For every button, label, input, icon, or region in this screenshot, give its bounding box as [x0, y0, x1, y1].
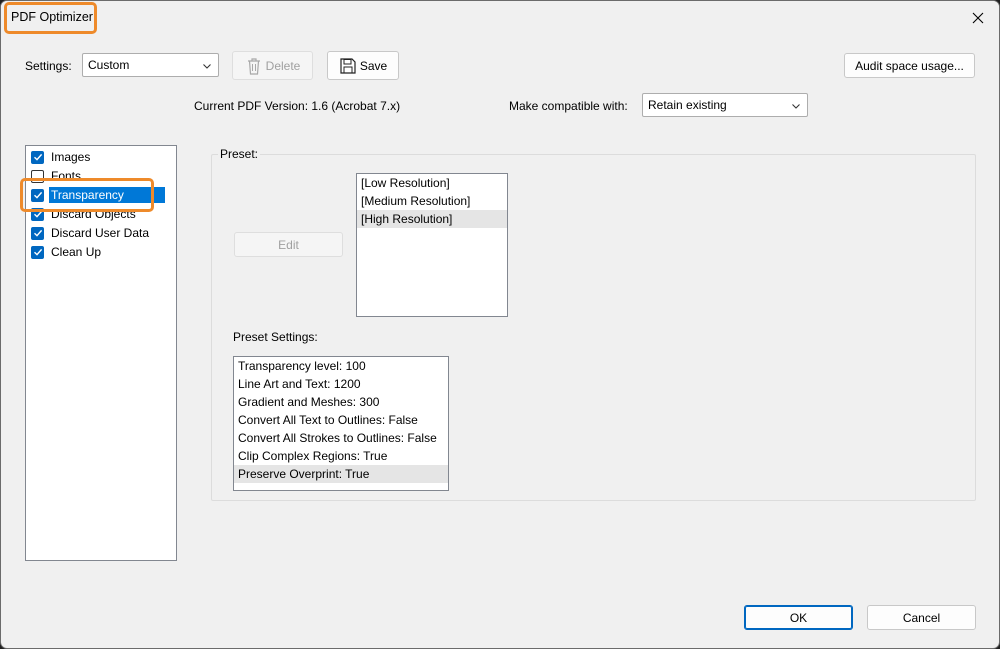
checkmark-icon	[33, 248, 42, 256]
delete-button-label: Delete	[265, 58, 301, 73]
preset-setting-item[interactable]: Convert All Text to Outlines: False	[234, 411, 448, 429]
preset-settings-list[interactable]: Transparency level: 100 Line Art and Tex…	[233, 356, 449, 491]
preset-setting-item[interactable]: Preserve Overprint: True	[234, 465, 448, 483]
preset-setting-item[interactable]: Gradient and Meshes: 300	[234, 393, 448, 411]
panel-item-clean-up[interactable]: Clean Up	[31, 243, 103, 261]
preset-item[interactable]: [Low Resolution]	[357, 174, 507, 192]
preset-setting-item[interactable]: Convert All Strokes to Outlines: False	[234, 429, 448, 447]
images-checkbox[interactable]	[31, 150, 44, 164]
edit-button[interactable]: Edit	[234, 232, 343, 257]
save-button[interactable]: Save	[327, 51, 399, 80]
preset-item[interactable]: [Medium Resolution]	[357, 192, 507, 210]
chevron-down-icon	[792, 104, 800, 109]
panel-item-label: Images	[51, 150, 91, 164]
close-icon	[972, 12, 984, 23]
discard-user-data-checkbox[interactable]	[31, 226, 44, 240]
title-highlight-annotation	[4, 2, 97, 34]
transparency-highlight-annotation	[20, 178, 154, 212]
chevron-down-icon	[203, 64, 211, 69]
preset-list[interactable]: [Low Resolution] [Medium Resolution] [Hi…	[356, 173, 508, 317]
pdf-optimizer-dialog: PDF Optimizer Settings: Custom Delete Sa…	[0, 0, 1000, 649]
cancel-button-label: Cancel	[902, 610, 941, 625]
preset-caption: Preset:	[218, 147, 261, 161]
settings-label: Settings:	[25, 59, 72, 73]
title-bar: PDF Optimizer	[1, 1, 999, 34]
close-button[interactable]	[955, 1, 999, 34]
cancel-button[interactable]: Cancel	[867, 605, 976, 630]
settings-dropdown[interactable]: Custom	[82, 53, 219, 77]
panel-item-images[interactable]: Images	[31, 148, 92, 166]
panel-item-label: Clean Up	[51, 245, 102, 259]
make-compatible-label: Make compatible with:	[509, 99, 628, 113]
audit-space-usage-button[interactable]: Audit space usage...	[844, 53, 975, 78]
preset-setting-item[interactable]: Clip Complex Regions: True	[234, 447, 448, 465]
clean-up-checkbox[interactable]	[31, 245, 44, 259]
floppy-disk-icon	[340, 57, 356, 74]
preset-item[interactable]: [High Resolution]	[357, 210, 507, 228]
compatibility-dropdown-value: Retain existing	[648, 98, 727, 112]
delete-button[interactable]: Delete	[232, 51, 313, 80]
checkmark-icon	[33, 229, 42, 237]
edit-button-label: Edit	[278, 237, 299, 252]
compatibility-dropdown[interactable]: Retain existing	[642, 93, 808, 117]
current-pdf-version: Current PDF Version: 1.6 (Acrobat 7.x)	[194, 99, 401, 113]
preset-settings-caption: Preset Settings:	[233, 330, 318, 344]
preset-setting-item[interactable]: Transparency level: 100	[234, 357, 448, 375]
trash-icon	[247, 57, 260, 75]
settings-dropdown-value: Custom	[88, 58, 130, 72]
save-button-label: Save	[359, 58, 388, 73]
checkmark-icon	[33, 153, 42, 161]
panel-item-discard-user-data[interactable]: Discard User Data	[31, 224, 151, 242]
audit-button-label: Audit space usage...	[855, 58, 964, 73]
preset-setting-item[interactable]: Line Art and Text: 1200	[234, 375, 448, 393]
panel-item-label: Discard User Data	[51, 226, 150, 240]
ok-button[interactable]: OK	[744, 605, 853, 630]
ok-button-label: OK	[789, 610, 808, 625]
